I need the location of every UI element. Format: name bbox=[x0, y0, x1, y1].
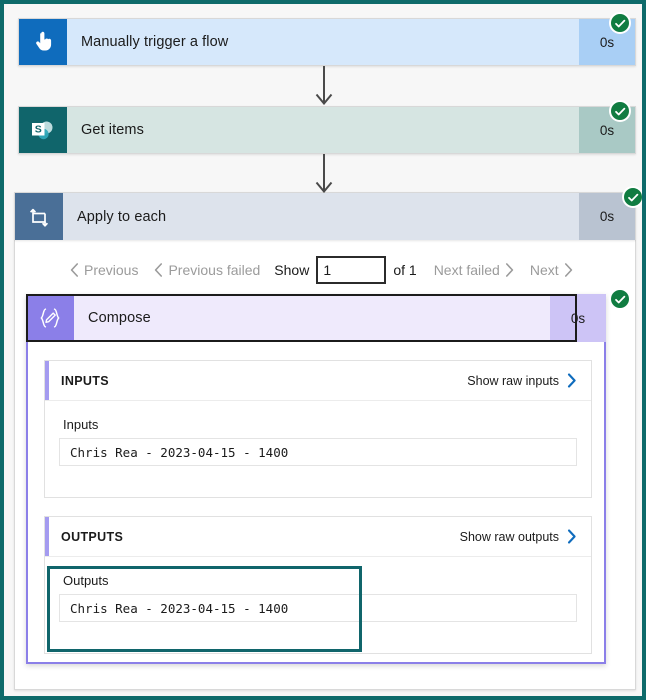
pager-previous-button[interactable]: Previous bbox=[62, 260, 146, 280]
inputs-panel-header: INPUTS Show raw inputs bbox=[45, 361, 591, 401]
inputs-panel: INPUTS Show raw inputs Inputs Chris Rea … bbox=[44, 360, 592, 498]
inputs-field-value[interactable]: Chris Rea - 2023-04-15 - 1400 bbox=[59, 438, 577, 466]
hand-pointer-icon bbox=[19, 19, 67, 65]
outputs-panel-header: OUTPUTS Show raw outputs bbox=[45, 517, 591, 557]
outputs-field-label: Outputs bbox=[63, 573, 109, 588]
flow-step-duration: 0s bbox=[550, 294, 606, 342]
chevron-right-icon bbox=[505, 263, 514, 277]
chevron-right-icon bbox=[567, 529, 576, 544]
connector-trigger-to-getitems bbox=[315, 66, 333, 105]
chevron-left-icon bbox=[70, 263, 78, 277]
flow-step-compose[interactable]: Compose 0s bbox=[26, 294, 606, 342]
outputs-accent-bar bbox=[45, 517, 49, 556]
status-badge-success-trigger bbox=[609, 12, 631, 34]
pager-page-input[interactable] bbox=[316, 256, 387, 284]
flow-step-apply-to-each[interactable]: Apply to each 0s bbox=[14, 192, 636, 240]
flow-step-title: Manually trigger a flow bbox=[81, 34, 229, 50]
pager-next-label: Next bbox=[529, 262, 559, 278]
chevron-right-icon bbox=[567, 373, 576, 388]
show-raw-inputs-label: Show raw inputs bbox=[467, 373, 559, 388]
svg-text:S: S bbox=[35, 124, 42, 136]
inputs-header-label: INPUTS bbox=[61, 373, 109, 388]
flow-step-title: Apply to each bbox=[77, 208, 167, 225]
pager-of-label: of 1 bbox=[393, 262, 417, 278]
outputs-panel: OUTPUTS Show raw outputs Outputs Chris R… bbox=[44, 516, 592, 654]
outputs-field-value[interactable]: Chris Rea - 2023-04-15 - 1400 bbox=[59, 594, 577, 622]
outputs-header-label: OUTPUTS bbox=[61, 529, 124, 544]
pager-show-label: Show bbox=[274, 262, 310, 278]
inputs-panel-body: Inputs Chris Rea - 2023-04-15 - 1400 bbox=[45, 401, 591, 484]
pager-previous-failed-button[interactable]: Previous failed bbox=[146, 260, 268, 280]
flow-step-get-items[interactable]: S Get items 0s bbox=[18, 106, 636, 154]
pager-next-failed-label: Next failed bbox=[433, 262, 500, 278]
pager-previous-failed-label: Previous failed bbox=[168, 262, 261, 278]
inputs-field-label: Inputs bbox=[63, 417, 99, 432]
show-raw-inputs-button[interactable]: Show raw inputs bbox=[467, 373, 591, 388]
flow-canvas: Manually trigger a flow 0s S Get items 0… bbox=[4, 4, 642, 696]
flow-run-screenshot: Manually trigger a flow 0s S Get items 0… bbox=[0, 0, 646, 700]
pager-previous-label: Previous bbox=[84, 262, 139, 278]
pager-next-failed-button[interactable]: Next failed bbox=[426, 260, 522, 280]
inputs-accent-bar bbox=[45, 361, 49, 400]
status-badge-success-compose bbox=[609, 288, 631, 310]
loop-repeat-icon bbox=[15, 193, 63, 240]
flow-step-title: Compose bbox=[88, 310, 151, 326]
compose-braces-pencil-icon bbox=[26, 294, 74, 342]
flow-step-manually-trigger-a-flow[interactable]: Manually trigger a flow 0s bbox=[18, 18, 636, 66]
flow-step-title: Get items bbox=[81, 122, 144, 138]
status-badge-success-getitems bbox=[609, 100, 631, 122]
sharepoint-icon: S bbox=[19, 107, 67, 153]
connector-getitems-to-applytoeach bbox=[315, 154, 333, 193]
show-raw-outputs-label: Show raw outputs bbox=[459, 529, 559, 544]
status-badge-success-applytoeach bbox=[622, 186, 642, 208]
pager-next-button[interactable]: Next bbox=[522, 260, 581, 280]
chevron-right-icon bbox=[564, 263, 572, 277]
show-raw-outputs-button[interactable]: Show raw outputs bbox=[460, 529, 591, 544]
iteration-pager: Previous Previous failed Show of 1 Next … bbox=[62, 256, 581, 284]
outputs-panel-body: Outputs Chris Rea - 2023-04-15 - 1400 bbox=[45, 557, 591, 640]
chevron-left-icon bbox=[155, 263, 163, 277]
